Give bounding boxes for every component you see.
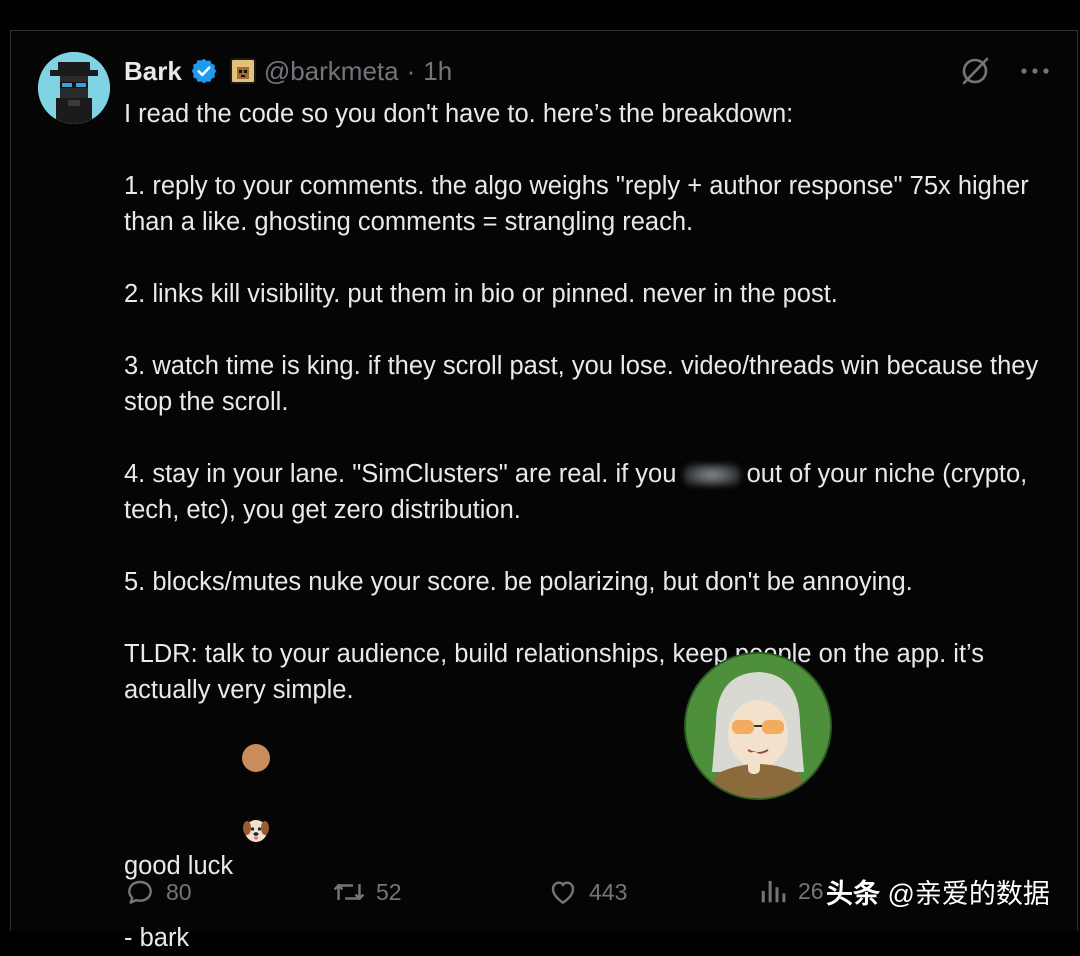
tweet-paragraph: good luck — [124, 744, 1054, 884]
views-count: 26 — [798, 877, 824, 904]
repost-button[interactable]: 52 — [332, 876, 402, 908]
author-handle[interactable]: @barkmeta — [264, 56, 399, 87]
blurred-word — [683, 464, 740, 486]
author-avatar[interactable] — [38, 52, 110, 124]
repost-icon — [333, 883, 365, 901]
header-separator: · — [406, 55, 416, 86]
watermark-account: @亲爱的数据 — [887, 879, 1050, 909]
like-icon — [551, 881, 575, 904]
views-icon — [761, 881, 786, 903]
dog-face-icon — [242, 744, 271, 842]
overlay-avatar — [684, 652, 832, 800]
reply-count: 80 — [166, 878, 192, 905]
toutiao-watermark: 头条 @亲爱的数据 — [826, 872, 1050, 911]
views-button[interactable]: 26 — [758, 876, 824, 906]
anime-avatar-image — [686, 654, 830, 798]
grok-icon[interactable] — [958, 54, 992, 88]
tweet-paragraph: - bark — [124, 924, 190, 952]
tweet-header: Bark @barkmeta · 1h — [124, 54, 452, 88]
like-button[interactable]: 443 — [547, 876, 627, 908]
tweet-paragraph: 5. blocks/mutes nuke your score. be pola… — [124, 568, 913, 596]
tweet-paragraph: 4. stay in your lane. "SimClusters" are … — [124, 456, 1054, 528]
dog-badge-icon — [229, 58, 256, 84]
like-count: 443 — [589, 878, 628, 905]
more-icon[interactable] — [1018, 54, 1052, 88]
pixel-avatar-image — [38, 52, 110, 124]
watermark-brand: 头条 — [826, 879, 880, 909]
tweet-paragraph: 2. links kill visibility. put them in bi… — [124, 280, 838, 308]
tweet-paragraph: I read the code so you don't have to. he… — [124, 100, 794, 128]
reply-button[interactable]: 80 — [124, 876, 192, 908]
tweet-top-actions — [958, 54, 1052, 88]
verified-badge-icon — [190, 57, 218, 85]
tweet-paragraph: 3. watch time is king. if they scroll pa… — [124, 352, 1046, 416]
tweet-timestamp[interactable]: 1h — [423, 56, 452, 87]
tweet-paragraph-part: 4. stay in your lane. "SimClusters" are … — [124, 460, 677, 488]
tweet-paragraph: 1. reply to your comments. the algo weig… — [124, 172, 1036, 236]
reply-icon — [128, 880, 152, 904]
repost-count: 52 — [376, 878, 402, 905]
tweet-paragraph: TLDR: talk to your audience, build relat… — [124, 640, 992, 704]
author-name[interactable]: Bark — [124, 56, 182, 87]
tweet-text: I read the code so you don't have to. he… — [124, 96, 1054, 956]
